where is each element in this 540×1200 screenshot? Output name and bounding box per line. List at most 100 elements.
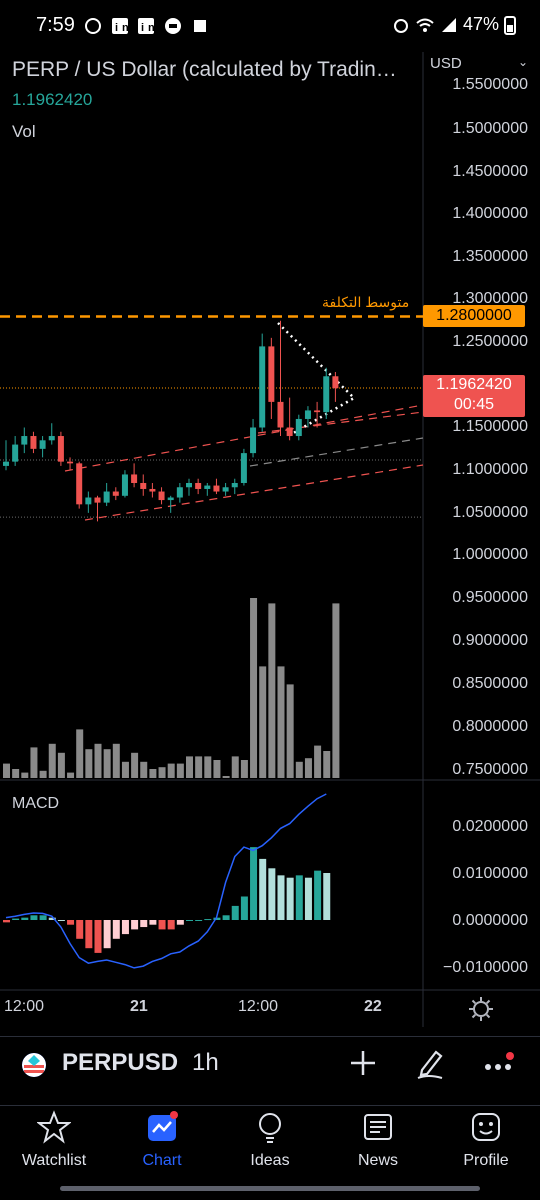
macd-histogram-bar <box>3 920 10 923</box>
macd-histogram-bar <box>112 920 120 939</box>
svg-text:in: in <box>141 22 155 34</box>
symbol-logo-icon[interactable] <box>22 1053 46 1077</box>
message-icon <box>165 17 182 34</box>
nav-label: News <box>357 1152 398 1169</box>
nav-watchlist[interactable]: Watchlist <box>6 1110 102 1170</box>
macd-histogram-bar <box>222 915 230 920</box>
time-axis-label: 22 <box>364 998 382 1015</box>
chart-settings-icon[interactable] <box>466 994 496 1024</box>
candle-body <box>250 427 257 454</box>
macd-histogram-bar <box>250 847 258 920</box>
candle-body <box>3 461 9 466</box>
chart-icon <box>148 1111 178 1141</box>
lightbulb-icon <box>259 1113 281 1143</box>
macd-histogram-bar <box>314 870 322 920</box>
candle-body <box>30 436 37 449</box>
more-icon[interactable] <box>482 1050 516 1080</box>
macd-histogram-bar <box>259 858 267 920</box>
currency-selector[interactable]: USD ⌄ <box>430 55 534 75</box>
cost-basis-label: متوسط التكلفة <box>322 294 410 310</box>
candle-body <box>140 482 147 489</box>
nav-chart[interactable]: Chart <box>114 1110 210 1170</box>
nav-label: Ideas <box>250 1152 290 1169</box>
battery-icon <box>504 16 516 36</box>
candle-body <box>186 482 192 488</box>
price-axis-label: 1.0000000 <box>452 546 528 563</box>
alarm-icon <box>393 19 408 34</box>
last-price-badge: 1.1962420 00:45 <box>423 375 525 417</box>
volume-bar <box>21 772 29 778</box>
price-axis-label: 0.7500000 <box>452 761 528 778</box>
chart-title: PERP / US Dollar (calculated by Tradin… <box>12 58 397 81</box>
macd-histogram-bar <box>323 873 331 920</box>
macd-axis-label: 0.0000000 <box>452 912 528 929</box>
macd-histogram-bar <box>295 875 303 920</box>
candle-body <box>295 418 302 437</box>
macd-histogram-bar <box>195 920 203 921</box>
macd-histogram-bar <box>94 920 102 953</box>
macd-label: MACD <box>12 795 60 812</box>
drawing-tools-icon[interactable] <box>414 1046 446 1080</box>
candle-body <box>12 444 19 462</box>
nav-profile[interactable]: Profile <box>438 1110 534 1170</box>
add-icon[interactable] <box>348 1048 378 1078</box>
candle-body <box>131 474 138 483</box>
volume-bar <box>176 763 184 778</box>
macd-histogram-bar <box>304 877 312 920</box>
time-axis-label: 12:00 <box>238 998 279 1015</box>
candle-body <box>158 491 165 501</box>
volume-bar <box>76 729 84 778</box>
volume-bar <box>231 756 239 778</box>
macd-histogram-bar <box>140 920 148 928</box>
chart-last-price: 1.1962420 <box>12 90 93 109</box>
volume-bar <box>39 770 47 778</box>
symbol-name[interactable]: PERPUSD <box>62 1049 178 1077</box>
candle-body <box>277 401 284 428</box>
candle-body <box>176 487 183 498</box>
nav-label: Profile <box>463 1152 509 1169</box>
volume-bar <box>48 743 56 778</box>
cost-basis-badge: 1.2800000 <box>423 305 525 327</box>
candle-body <box>259 346 266 428</box>
macd-histogram-bar <box>67 920 75 925</box>
notification-icons: in in <box>84 15 209 35</box>
volume-bar <box>112 743 120 778</box>
nav-news[interactable]: News <box>330 1110 426 1170</box>
macd-axis-label: 0.0100000 <box>452 865 528 882</box>
volume-bar <box>103 749 111 778</box>
volume-bar <box>314 745 322 778</box>
volume-bar <box>140 761 148 778</box>
volume-bar <box>304 758 312 778</box>
chevron-down-icon: ⌄ <box>517 55 528 69</box>
candle-body <box>94 497 101 503</box>
candle-body <box>204 485 211 489</box>
candle-body <box>213 485 220 492</box>
nav-label: Chart <box>142 1152 182 1169</box>
interval-selector[interactable]: 1h <box>192 1049 219 1077</box>
price-axis-label: 0.9000000 <box>452 632 528 649</box>
price-axis-label: 1.3500000 <box>452 248 528 265</box>
macd-histogram-bar <box>268 868 276 920</box>
volume-bar <box>295 761 303 778</box>
volume-bar <box>67 772 75 778</box>
battery-percent: 47% <box>462 14 499 34</box>
volume-bar <box>286 684 294 778</box>
svg-text:in: in <box>115 22 129 34</box>
macd-histogram-bar <box>131 920 139 930</box>
macd-histogram-bar <box>85 920 93 949</box>
candle-body <box>149 488 156 492</box>
candle-body <box>167 497 174 501</box>
volume-bar <box>240 760 248 778</box>
price-axis-label: 1.0500000 <box>452 504 528 521</box>
channel-lower-line <box>84 464 424 521</box>
currency-value: USD <box>430 55 462 72</box>
volume-bar <box>121 761 129 778</box>
candle-body <box>103 491 110 503</box>
macd-histogram-bar <box>121 920 129 935</box>
price-axis-label: 0.8500000 <box>452 675 528 692</box>
status-right: 47% <box>392 14 516 36</box>
macd-histogram-bar <box>277 875 285 920</box>
home-indicator[interactable] <box>60 1186 480 1191</box>
macd-histogram-bar <box>30 915 38 920</box>
nav-ideas[interactable]: Ideas <box>222 1110 318 1170</box>
